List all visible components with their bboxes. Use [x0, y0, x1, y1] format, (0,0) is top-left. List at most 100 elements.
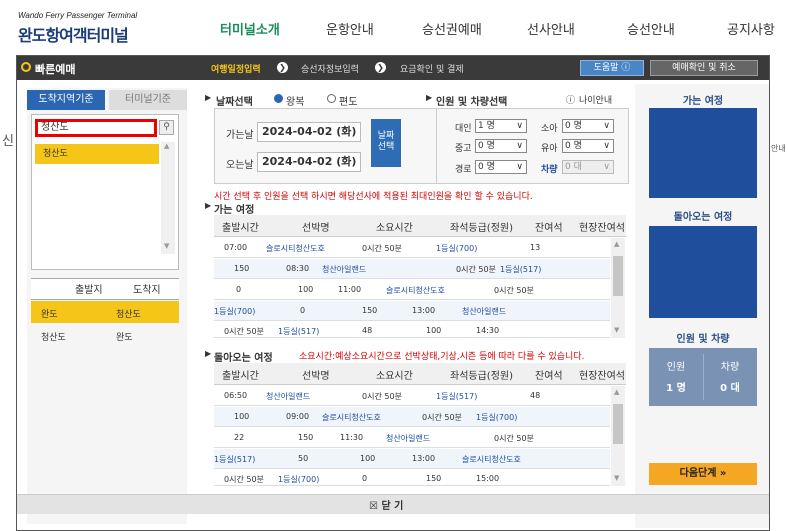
table-row[interactable]: 07:00 슬로시티청산도호 0시간 50분 1등실(700) 13 — [214, 238, 610, 258]
step-passenger-info: 승선자정보입력 — [301, 65, 359, 75]
return-date-field[interactable]: 2024-04-02 (화) — [257, 152, 361, 172]
table-cell: 08:30 — [286, 264, 310, 273]
scroll-thumb[interactable] — [613, 404, 623, 444]
table-cell[interactable]: 1등실(517) — [436, 391, 477, 402]
table-cell: 0시간 50분 — [224, 475, 264, 484]
route-header-from: 출발지 — [75, 285, 103, 296]
table-row[interactable]: 1등실(517) 50 100 13:00 슬로시티청산도호 — [214, 449, 610, 469]
table-row[interactable]: 06:50 청산아일랜드 0시간 50분 1등실(517) 48 — [214, 386, 610, 406]
route-from[interactable]: 청산도 — [41, 330, 66, 343]
table-cell: 150 — [234, 264, 250, 273]
return-summary-title: 돌아오는 여정 — [673, 212, 733, 223]
table-row[interactable]: 100 09:00 슬로시티청산도호 0시간 50분 1등실(700) — [214, 407, 610, 427]
pax-senior-label: 경로 — [455, 165, 472, 175]
scroll-up-icon[interactable]: ▲ — [614, 240, 619, 248]
table-cell[interactable]: 청산아일랜드 — [386, 433, 430, 444]
table-cell: 0시간 50분 — [362, 392, 402, 401]
chevron-down-icon: ∨ — [516, 141, 523, 151]
outbound-table-header: 출발시간 선박명 소요시간 좌석등급(정원) 잔여석 현장잔여석 — [214, 215, 626, 237]
info-icon[interactable]: ⓘ — [566, 93, 575, 106]
next-step-button[interactable]: 다음단계 » — [649, 463, 757, 485]
table-cell[interactable]: 청산아일랜드 — [322, 264, 366, 275]
radio-roundtrip[interactable] — [274, 94, 283, 103]
nav-shipping-lines[interactable]: 선사안내 — [527, 19, 575, 38]
table-cell[interactable]: 슬로시티청산도호 — [386, 285, 445, 296]
nav-notices[interactable]: 공지사항 — [727, 19, 775, 38]
pax-senior-value: 0 명 — [478, 162, 495, 172]
scroll-down-icon[interactable]: ▼ — [614, 326, 619, 334]
age-info-link[interactable]: 나이안내 — [579, 93, 612, 106]
suggestion-item[interactable]: 청산도 — [35, 144, 159, 164]
logo[interactable]: 완도항여객터미널 — [18, 22, 129, 46]
tab-by-region[interactable]: 도착지역기준 — [27, 90, 105, 110]
radio-oneway[interactable] — [327, 94, 336, 103]
scroll-up-icon[interactable]: ▲ — [164, 142, 169, 150]
table-cell[interactable]: 1등실(517) — [278, 326, 319, 337]
return-note: 소요시간:예상소요시간으로 선박상태,기상,시즌 등에 따라 다를 수 있습니다… — [299, 352, 585, 362]
list-scrollbar[interactable]: ▲ ▼ — [161, 142, 175, 254]
pax-infant-select[interactable]: 0 명 ∨ — [562, 139, 614, 153]
nav-boarding[interactable]: 승선안내 — [627, 19, 675, 38]
scroll-up-icon[interactable]: ▲ — [614, 388, 619, 396]
close-button[interactable]: ☒ 닫 기 — [369, 497, 403, 512]
depart-date-field[interactable]: 2024-04-02 (화) — [257, 122, 361, 142]
date-box — [214, 108, 441, 184]
pax-adult-select[interactable]: 1 명 ∨ — [475, 119, 527, 133]
table-cell[interactable]: 1등실(517) — [500, 264, 541, 275]
date-select-button[interactable]: 날짜 선택 — [371, 119, 401, 167]
nav-booking[interactable]: 승선권예매 — [422, 19, 482, 38]
route-to[interactable]: 완도 — [116, 330, 133, 343]
table-cell[interactable]: 슬로시티청산도호 — [462, 454, 521, 465]
table-cell[interactable]: 1등실(700) — [214, 306, 255, 317]
pax-adult-value: 1 명 — [478, 121, 495, 131]
nav-schedule[interactable]: 운항안내 — [326, 19, 374, 38]
nav-terminal-intro[interactable]: 터미널소개 — [220, 19, 280, 38]
table-cell[interactable]: 1등실(517) — [214, 454, 255, 465]
table-cell[interactable]: 1등실(700) — [476, 412, 517, 423]
close-label: 닫 기 — [381, 501, 404, 512]
pax-child-select[interactable]: 0 명 ∨ — [562, 119, 614, 133]
modal-title: 빠른예매 — [35, 63, 76, 76]
vehicle-select[interactable]: 0 대 ∨ — [562, 160, 614, 174]
help-button[interactable]: 도움말 ⓘ — [580, 60, 644, 76]
table-row[interactable]: 150 08:30 청산아일랜드 0시간 50분 1등실(517) — [214, 259, 610, 279]
table-cell[interactable]: 1등실(700) — [436, 243, 477, 254]
table-row[interactable]: 0 100 11:00 슬로시티청산도호 0시간 50분 — [214, 280, 610, 300]
return-table-header: 출발시간 선박명 소요시간 좌석등급(정원) 잔여석 현장잔여석 — [214, 363, 626, 385]
scroll-thumb[interactable] — [613, 256, 623, 296]
pax-summary-label: 인원 — [666, 362, 686, 373]
pax-youth-select[interactable]: 0 명 ∨ — [475, 139, 527, 153]
booking-check-button[interactable]: 예매확인 및 취소 — [650, 60, 758, 76]
pax-senior-select[interactable]: 0 명 ∨ — [475, 160, 527, 174]
section-arrow-icon: ▶ — [205, 349, 212, 358]
route-to[interactable]: 청산도 — [116, 307, 141, 320]
pax-adult-label: 대인 — [455, 124, 472, 134]
table-cell: 100 — [426, 326, 442, 335]
quick-booking-modal: 빠른예매 여행일정입력 ❯ 승선자정보입력 ❯ 요금확인 및 결제 도움말 ⓘ … — [16, 55, 770, 531]
table-cell[interactable]: 청산아일랜드 — [266, 391, 310, 402]
table-cell[interactable]: 청산아일랜드 — [462, 306, 506, 317]
table-cell: 11:30 — [340, 433, 364, 442]
table-cell[interactable]: 슬로시티청산도호 — [322, 412, 381, 423]
destination-search-input[interactable]: 청산도 — [35, 119, 157, 137]
table-cell: 100 — [360, 454, 376, 463]
route-from[interactable]: 완도 — [41, 307, 58, 320]
table-cell: 06:50 — [224, 391, 248, 400]
table-row[interactable]: 0시간 50분 1등실(700) 0 150 15:00 — [214, 470, 610, 486]
table-cell: 48 — [530, 391, 541, 400]
notice-text: 시간 선택 후 인원을 선택 하시면 해당선사에 적용된 최대인원을 확인 할 … — [214, 192, 533, 202]
table-cell[interactable]: 슬로시티청산도호 — [266, 243, 325, 254]
help-label: 도움말 — [593, 63, 619, 73]
table-cell: 13 — [530, 243, 541, 252]
scroll-down-icon[interactable]: ▼ — [164, 242, 169, 250]
table-cell[interactable]: 1등실(700) — [278, 474, 319, 485]
col-departure: 출발시간 — [222, 223, 259, 234]
search-icon[interactable]: ⚲ — [159, 120, 174, 135]
table-row[interactable]: 0시간 50분 1등실(517) 48 100 14:30 — [214, 322, 610, 338]
scroll-down-icon[interactable]: ▼ — [614, 474, 619, 482]
table-row[interactable]: 22 150 11:30 청산아일랜드 0시간 50분 — [214, 428, 610, 448]
table-row[interactable]: 1등실(700) 0 150 13:00 청산아일랜드 — [214, 301, 610, 321]
table-cell: 22 — [234, 433, 245, 442]
tab-by-terminal[interactable]: 터미널기준 — [109, 90, 187, 110]
vehicle-summary-label: 차량 — [720, 362, 740, 373]
